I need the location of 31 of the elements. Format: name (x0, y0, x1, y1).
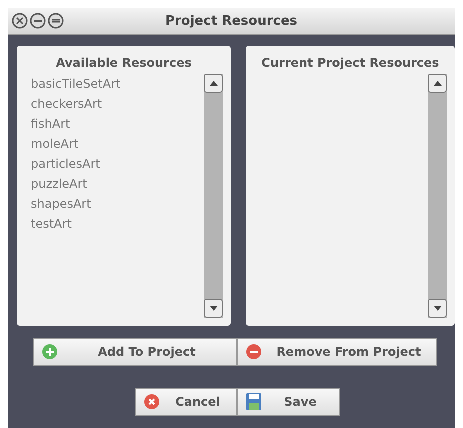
list-item[interactable]: shapesArt (31, 194, 204, 214)
scroll-down-button[interactable] (428, 299, 447, 318)
close-icon (144, 394, 160, 410)
list-item[interactable]: testArt (31, 214, 204, 234)
maximize-icon[interactable] (48, 13, 64, 29)
minimize-icon[interactable] (30, 13, 46, 29)
scroll-up-button[interactable] (428, 74, 447, 93)
panel-title: Current Project Resources (260, 55, 440, 72)
list-item[interactable]: fishArt (31, 114, 204, 134)
scrollbar[interactable] (204, 74, 223, 318)
down-arrow-icon (434, 306, 442, 311)
list-item[interactable]: puzzleArt (31, 174, 204, 194)
save-button[interactable]: Save (237, 388, 340, 416)
minus-icon (246, 344, 262, 360)
close-icon[interactable] (12, 13, 28, 29)
cancel-button[interactable]: Cancel (135, 388, 237, 416)
scroll-up-button[interactable] (204, 74, 223, 93)
scrollbar[interactable] (428, 74, 447, 318)
add-button[interactable]: Add To Project (33, 338, 237, 366)
panel-title: Available Resources (55, 55, 193, 72)
list-item[interactable]: moleArt (31, 134, 204, 154)
remove-button[interactable]: Remove From Project (237, 338, 437, 366)
window-title: Project Resources (164, 14, 298, 28)
list-item[interactable]: checkersArt (31, 94, 204, 114)
list-item[interactable]: basicTileSetArt (31, 74, 204, 94)
down-arrow-icon (210, 306, 218, 311)
list-item[interactable]: particlesArt (31, 154, 204, 174)
scroll-down-button[interactable] (204, 299, 223, 318)
plus-icon (42, 344, 58, 360)
up-arrow-icon (210, 81, 218, 86)
up-arrow-icon (434, 81, 442, 86)
